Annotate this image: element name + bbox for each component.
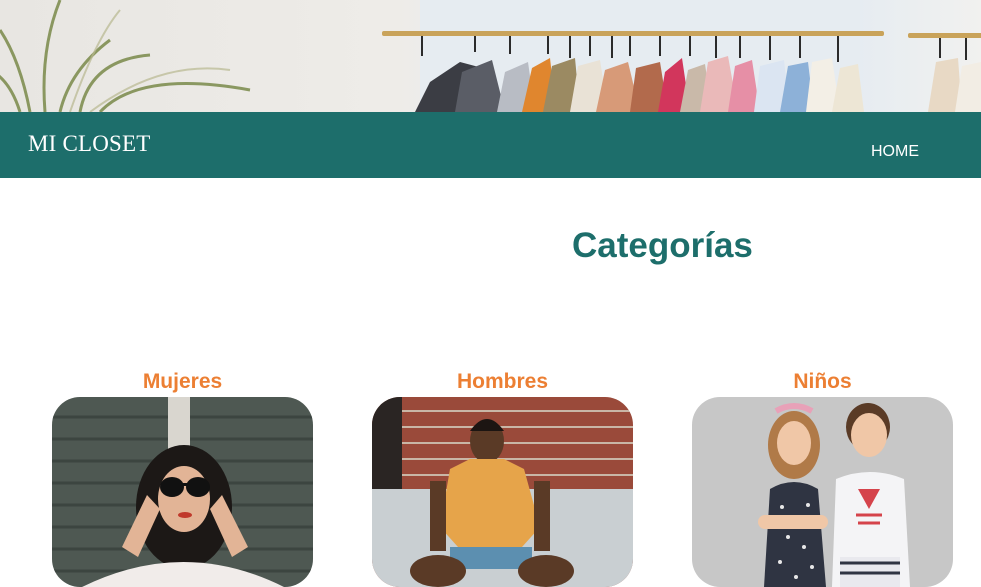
category-image-mujeres[interactable] <box>52 397 313 587</box>
top-navbar: MI CLOSET HOME <box>0 112 981 178</box>
category-label-hombres[interactable]: Hombres <box>372 368 633 396</box>
category-image-hombres[interactable] <box>372 397 633 587</box>
category-label-ninos[interactable]: Niños <box>692 368 953 396</box>
category-card-mujeres: Mujeres <box>52 368 313 587</box>
brand-logo-link[interactable]: MI CLOSET <box>28 131 151 157</box>
category-image-ninos[interactable] <box>692 397 953 587</box>
hero-banner-image <box>0 0 981 112</box>
category-label-mujeres[interactable]: Mujeres <box>52 368 313 396</box>
category-card-hombres: Hombres <box>372 368 633 587</box>
page-title: Categorías <box>572 226 753 265</box>
category-card-ninos: Niños <box>692 368 953 587</box>
nav-link-home[interactable]: HOME <box>871 143 919 161</box>
